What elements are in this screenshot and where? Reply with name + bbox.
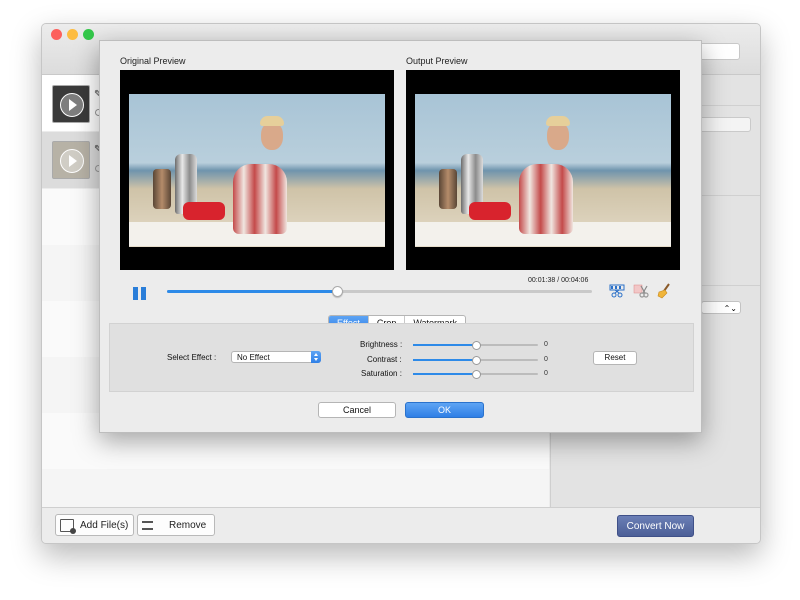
- contrast-slider[interactable]: [413, 356, 538, 365]
- saturation-value: 0: [544, 370, 548, 377]
- edit-dialog: Original Preview Output Preview 00:01:38…: [99, 40, 702, 433]
- slider-handle[interactable]: [471, 370, 481, 379]
- output-preview: [406, 70, 680, 270]
- effect-select-value: No Effect: [237, 353, 270, 362]
- timeline-handle[interactable]: [332, 286, 343, 297]
- remove-button[interactable]: Remove: [137, 514, 215, 536]
- bottom-toolbar: Add File(s) Remove Convert Now: [42, 507, 760, 543]
- remove-list-icon: [142, 520, 153, 530]
- slider-fill: [413, 359, 476, 361]
- contrast-label: Contrast :: [367, 355, 402, 364]
- chevron-updown-icon: ⌃⌄: [723, 304, 737, 313]
- video-thumbnail: [52, 141, 90, 179]
- video-frame: [415, 94, 671, 247]
- reset-button[interactable]: Reset: [593, 351, 637, 365]
- video-thumbnail: [52, 85, 90, 123]
- play-icon: [60, 149, 84, 173]
- brightness-value: 0: [544, 341, 548, 348]
- minimize-window-button[interactable]: [67, 29, 78, 40]
- convert-now-label: Convert Now: [626, 520, 685, 532]
- cancel-button[interactable]: Cancel: [318, 402, 396, 418]
- timeline-slider[interactable]: [167, 286, 592, 297]
- toolbar-search-field[interactable]: [698, 43, 740, 60]
- timecode: 00:01:38 / 00:04:06: [528, 277, 589, 284]
- zoom-window-button[interactable]: [83, 29, 94, 40]
- pause-button[interactable]: [133, 287, 147, 300]
- slider-handle[interactable]: [471, 356, 481, 365]
- ok-button[interactable]: OK: [405, 402, 484, 418]
- saturation-slider[interactable]: [413, 370, 538, 379]
- brightness-slider[interactable]: [413, 341, 538, 350]
- play-icon: [60, 93, 84, 117]
- add-files-label: Add File(s): [80, 519, 129, 531]
- broom-icon[interactable]: [656, 283, 672, 299]
- slider-handle[interactable]: [471, 341, 481, 350]
- timeline-progress: [167, 290, 337, 293]
- original-preview: [120, 70, 394, 270]
- brightness-label: Brightness :: [360, 340, 403, 349]
- pause-icon: [133, 287, 138, 300]
- add-files-button[interactable]: Add File(s): [55, 514, 134, 536]
- contrast-value: 0: [544, 356, 548, 363]
- slider-fill: [413, 344, 476, 346]
- saturation-label: Saturation :: [361, 369, 402, 378]
- convert-now-button[interactable]: Convert Now: [617, 515, 694, 537]
- add-file-icon: [60, 518, 76, 534]
- effect-select[interactable]: No Effect: [231, 351, 321, 363]
- filmstrip-cut-icon[interactable]: [609, 283, 625, 299]
- original-preview-title: Original Preview: [120, 56, 186, 66]
- list-item: [42, 469, 549, 508]
- video-frame: [129, 94, 385, 247]
- scissors-icon[interactable]: [633, 283, 649, 299]
- select-effect-label: Select Effect :: [167, 353, 217, 362]
- slider-fill: [413, 373, 476, 375]
- output-preview-title: Output Preview: [406, 56, 468, 66]
- close-window-button[interactable]: [51, 29, 62, 40]
- settings-dropdown[interactable]: ⌃⌄: [701, 301, 741, 314]
- remove-label: Remove: [169, 519, 207, 531]
- effect-panel: Select Effect : No Effect Brightness : 0…: [109, 323, 694, 392]
- chevron-updown-icon: [311, 351, 321, 363]
